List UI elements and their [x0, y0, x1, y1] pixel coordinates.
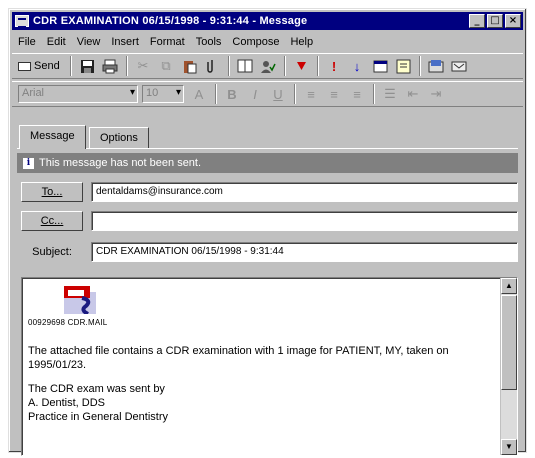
- italic-icon[interactable]: I: [244, 84, 266, 104]
- to-row: To... dentaldams@insurance.com: [21, 181, 518, 203]
- font-color-icon[interactable]: A: [188, 84, 210, 104]
- print-icon[interactable]: [99, 56, 121, 76]
- title-bar[interactable]: CDR EXAMINATION 06/15/1998 - 9:31:44 - M…: [12, 12, 523, 30]
- align-left-icon[interactable]: ≡: [300, 84, 322, 104]
- menu-help[interactable]: Help: [290, 36, 313, 48]
- to-button[interactable]: To...: [21, 182, 83, 202]
- properties-icon[interactable]: [369, 56, 391, 76]
- underline-icon[interactable]: U: [267, 84, 289, 104]
- paste-icon[interactable]: [178, 56, 200, 76]
- subject-field[interactable]: CDR EXAMINATION 06/15/1998 - 9:31:44: [91, 242, 518, 262]
- info-icon: i: [23, 157, 34, 169]
- formatting-toolbar: Arial 10 A B I U ≡ ≡ ≡ ☰ ⇤ ⇥: [12, 81, 523, 107]
- inbox-icon[interactable]: [425, 56, 447, 76]
- sender-name: A. Dentist, DDS: [28, 397, 106, 409]
- menu-edit[interactable]: Edit: [47, 36, 66, 48]
- body-paragraph: The attached file contains a CDR examina…: [28, 345, 449, 371]
- menu-file[interactable]: File: [18, 36, 36, 48]
- attachment-caption: 00929698 CDR.MAIL: [28, 318, 108, 327]
- message-app-icon[interactable]: [15, 15, 29, 28]
- scroll-down-button[interactable]: ▼: [501, 439, 517, 455]
- cc-row: Cc...: [21, 210, 518, 232]
- font-size-select[interactable]: 10: [142, 85, 184, 103]
- message-window: CDR EXAMINATION 06/15/1998 - 9:31:44 - M…: [8, 8, 527, 456]
- menu-format[interactable]: Format: [150, 36, 185, 48]
- send-label: Send: [34, 60, 60, 72]
- subject-row: Subject: CDR EXAMINATION 06/15/1998 - 9:…: [21, 241, 518, 263]
- tab-options[interactable]: Options: [89, 127, 149, 149]
- toolbar-separator: [228, 56, 230, 76]
- info-text: This message has not been sent.: [39, 157, 202, 169]
- options-icon[interactable]: [392, 56, 414, 76]
- attach-icon[interactable]: [201, 56, 223, 76]
- maximize-button[interactable]: □: [487, 14, 503, 28]
- high-importance-icon[interactable]: !: [323, 56, 345, 76]
- decrease-indent-icon[interactable]: ⇤: [402, 84, 424, 104]
- to-field[interactable]: dentaldams@insurance.com: [91, 182, 518, 202]
- toolbar-separator: [373, 84, 375, 104]
- cut-icon[interactable]: ✂: [132, 56, 154, 76]
- toolbar-separator: [284, 56, 286, 76]
- envelope-icon: [18, 61, 31, 71]
- menu-bar: File Edit View Insert Format Tools Compo…: [12, 33, 523, 51]
- toolbar-separator: [215, 84, 217, 104]
- bullets-icon[interactable]: ☰: [379, 84, 401, 104]
- address-book-icon[interactable]: [234, 56, 256, 76]
- window-title: CDR EXAMINATION 06/15/1998 - 9:31:44 - M…: [33, 15, 308, 27]
- body-content[interactable]: 00929698 CDR.MAIL The attached file cont…: [28, 284, 493, 424]
- subject-label: Subject:: [32, 246, 72, 258]
- help-icon[interactable]: [448, 56, 470, 76]
- close-button[interactable]: ×: [505, 14, 521, 28]
- flag-icon[interactable]: [290, 56, 312, 76]
- save-icon[interactable]: [76, 56, 98, 76]
- menu-insert[interactable]: Insert: [111, 36, 139, 48]
- low-importance-icon[interactable]: ↓: [346, 56, 368, 76]
- menu-compose[interactable]: Compose: [232, 36, 279, 48]
- cdr-attachment-icon[interactable]: [64, 284, 96, 316]
- standard-toolbar: Send ✂ ⧉ ! ↓: [12, 53, 523, 79]
- toolbar-separator: [419, 56, 421, 76]
- sender-practice: Practice in General Dentistry: [28, 411, 168, 423]
- minimize-button[interactable]: _: [469, 14, 485, 28]
- copy-icon[interactable]: ⧉: [155, 56, 177, 76]
- toolbar-separator: [70, 56, 72, 76]
- message-body[interactable]: 00929698 CDR.MAIL The attached file cont…: [21, 277, 518, 456]
- align-center-icon[interactable]: ≡: [323, 84, 345, 104]
- bold-icon[interactable]: B: [221, 84, 243, 104]
- send-button[interactable]: Send: [18, 56, 62, 76]
- menu-tools[interactable]: Tools: [196, 36, 222, 48]
- scroll-up-button[interactable]: ▲: [501, 278, 517, 294]
- vertical-scrollbar[interactable]: ▲ ▼: [500, 278, 517, 455]
- scroll-thumb[interactable]: [501, 295, 517, 390]
- toolbar-separator: [126, 56, 128, 76]
- align-right-icon[interactable]: ≡: [346, 84, 368, 104]
- toolbar-separator: [317, 56, 319, 76]
- info-bar: i This message has not been sent.: [17, 153, 518, 173]
- sender-line: The CDR exam was sent by: [28, 383, 165, 395]
- cc-field[interactable]: [91, 211, 518, 231]
- tab-message[interactable]: Message: [19, 125, 86, 149]
- font-name-select[interactable]: Arial: [18, 85, 138, 103]
- check-names-icon[interactable]: [257, 56, 279, 76]
- toolbar-separator: [294, 84, 296, 104]
- menu-view[interactable]: View: [77, 36, 101, 48]
- increase-indent-icon[interactable]: ⇥: [425, 84, 447, 104]
- cc-button[interactable]: Cc...: [21, 211, 83, 231]
